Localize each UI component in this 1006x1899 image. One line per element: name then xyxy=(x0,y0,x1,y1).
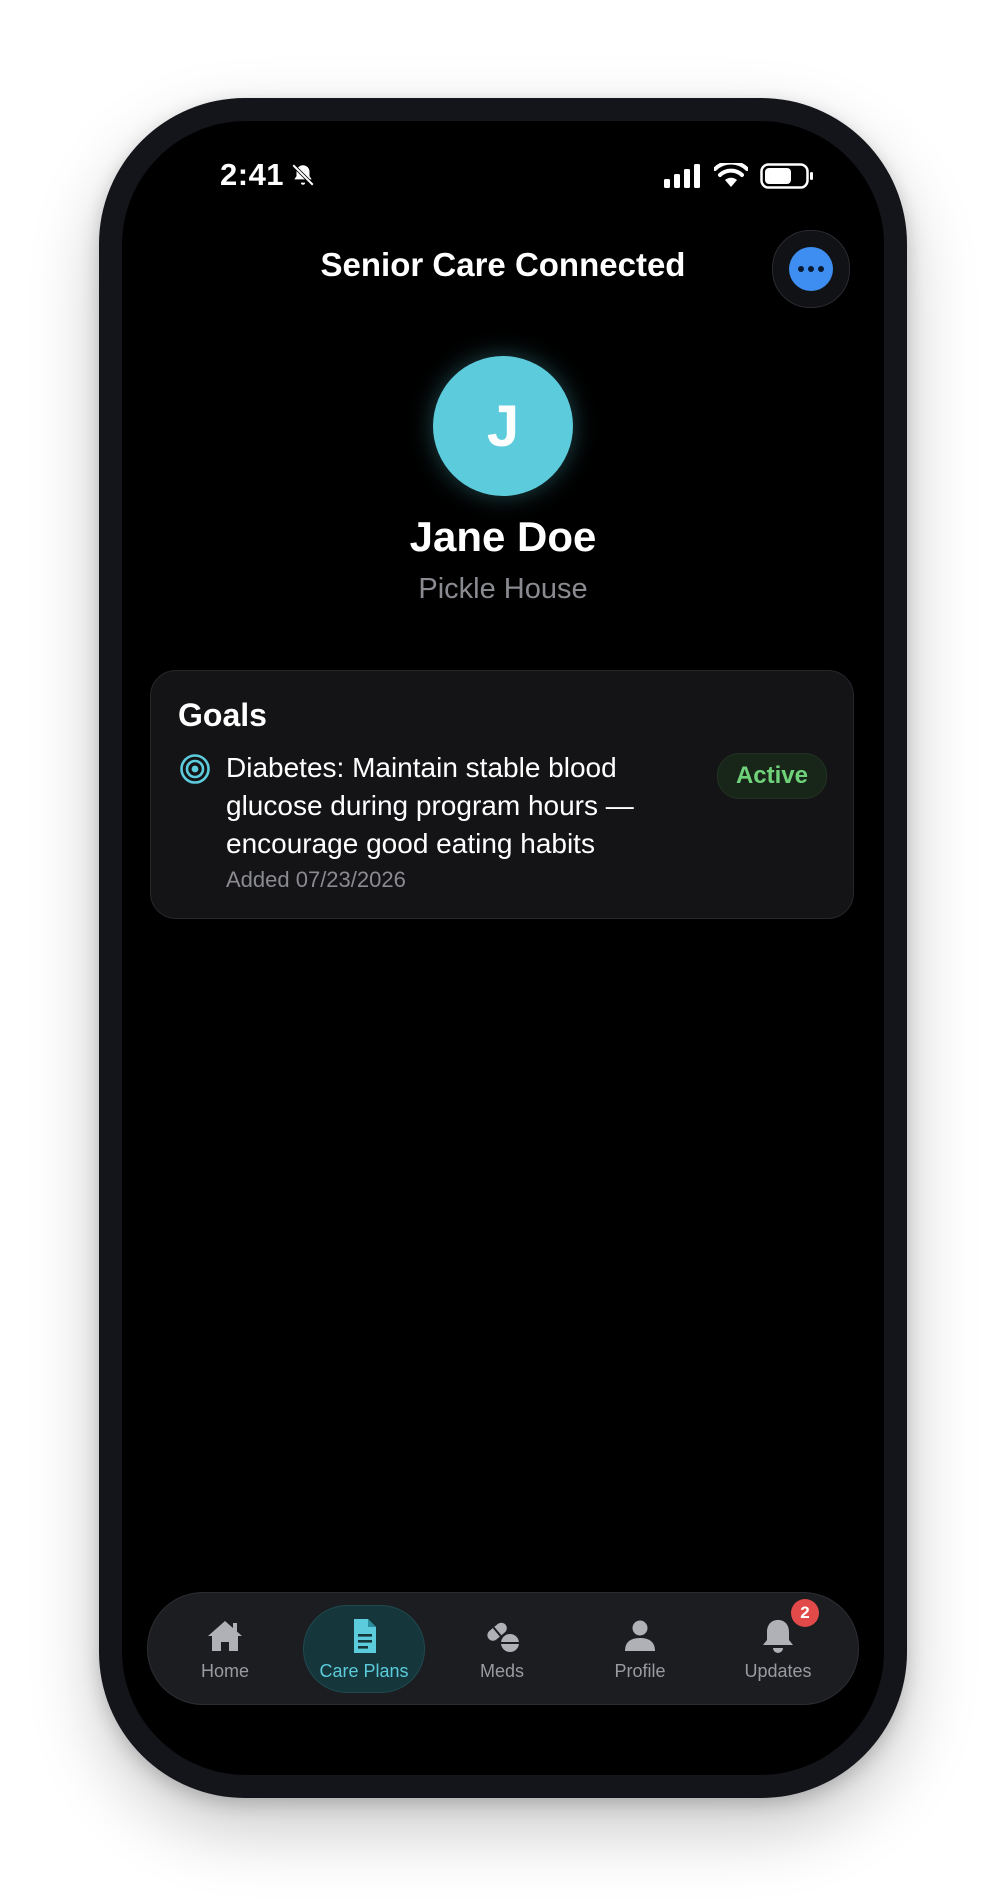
tab-profile-label: Profile xyxy=(614,1660,666,1681)
resident-location: Pickle House xyxy=(418,573,588,605)
status-bar-time: 2:41 xyxy=(220,157,316,193)
tab-care-plans[interactable]: Care Plans xyxy=(303,1605,425,1693)
goals-title: Goals xyxy=(178,697,267,733)
goal-status-badge: Active xyxy=(716,753,827,799)
notification-badge: 2 xyxy=(791,1599,819,1627)
tab-meds[interactable]: Meds xyxy=(441,1605,563,1693)
signal-icon xyxy=(664,164,700,188)
screen: 2:41 Senior Care Connected J Jane Doe Pi… xyxy=(122,121,884,1775)
goal-description: Diabetes: Maintain stable blood glucose … xyxy=(226,752,634,859)
goals-card: Goals Diabetes: Maintain stable blood gl… xyxy=(150,670,854,919)
more-options-button[interactable] xyxy=(772,230,850,308)
tab-home-label: Home xyxy=(200,1660,249,1681)
battery-icon xyxy=(760,163,813,189)
tab-home[interactable]: Home xyxy=(164,1605,286,1693)
tab-meds-label: Meds xyxy=(479,1660,524,1681)
pills-icon xyxy=(487,1622,519,1652)
tab-bar: Home Care Plans Meds Profile Updates 2 xyxy=(147,1592,859,1705)
ellipsis-icon xyxy=(789,247,833,291)
avatar: J xyxy=(433,356,573,496)
app-title: Senior Care Connected xyxy=(320,246,686,283)
person-icon xyxy=(625,1620,655,1651)
tab-profile[interactable]: Profile xyxy=(579,1605,701,1693)
bell-slash-icon xyxy=(291,163,315,187)
tab-updates-label: Updates xyxy=(744,1660,812,1681)
phone-frame: 2:41 Senior Care Connected J Jane Doe Pi… xyxy=(99,98,907,1798)
bell-icon xyxy=(763,1619,793,1653)
tab-updates[interactable]: Updates 2 xyxy=(717,1599,839,1693)
target-icon xyxy=(180,754,210,784)
tab-care-plans-label: Care Plans xyxy=(319,1660,409,1681)
goal-added-date: Added 07/23/2026 xyxy=(226,867,406,892)
wifi-icon xyxy=(714,163,748,187)
status-bar-icons xyxy=(664,163,814,189)
document-icon xyxy=(354,1618,376,1653)
time-text: 2:41 xyxy=(220,157,285,192)
house-icon xyxy=(208,1620,242,1651)
resident-name: Jane Doe xyxy=(409,513,597,560)
